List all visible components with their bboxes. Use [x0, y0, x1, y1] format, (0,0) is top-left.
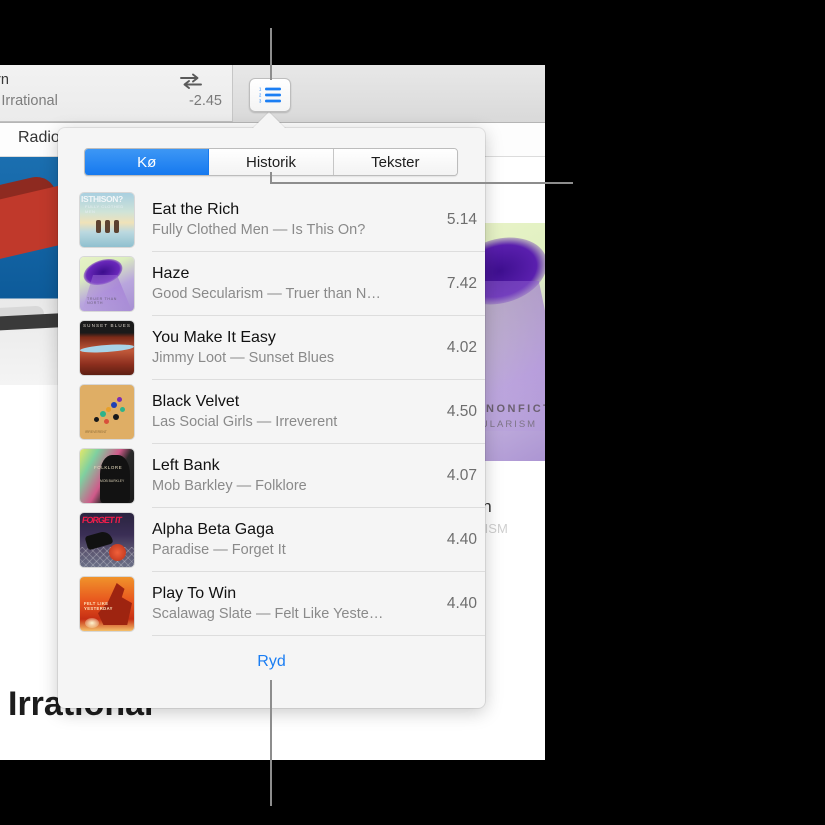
now-playing-display[interactable]: rn ing Irrational -2.45 [0, 65, 233, 122]
popover-arrow [252, 112, 286, 129]
album-art-subtext: FULLY CLOTHED MEN [85, 204, 134, 214]
track-subtitle: Las Social Girls — Irreverent [152, 413, 437, 432]
track-info: Left Bank Mob Barkley — Folklore 4.07 [152, 444, 485, 508]
track-title: Black Velvet [152, 392, 437, 412]
figure-shape [105, 220, 110, 233]
track-subtitle: Scalawag Slate — Felt Like Yeste… [152, 605, 437, 624]
dot-shape [113, 414, 119, 420]
queue-popover: Kø Historik Tekster ISTHISON? FULLY CLOT… [58, 128, 485, 708]
track-row[interactable]: FORGET IT Alpha Beta Gaga Paradise — For… [58, 508, 485, 572]
track-title: Haze [152, 264, 437, 284]
dot-shape [104, 419, 109, 424]
album-art-thumbnail: SUNSET BLUES [80, 321, 134, 375]
tab-queue[interactable]: Kø [85, 149, 209, 175]
track-title: Left Bank [152, 456, 437, 476]
track-subtitle: Good Secularism — Truer than N… [152, 285, 437, 304]
track-info: Black Velvet Las Social Girls — Irrevere… [152, 380, 485, 444]
dot-shape [111, 402, 117, 408]
right-art-text-primary: NONFICT [486, 403, 545, 415]
track-row[interactable]: FELT LIKE YESTERDAY Play To Win Scalawag… [58, 572, 485, 636]
ball-shape [109, 544, 126, 561]
tab-lyrics[interactable]: Tekster [334, 149, 457, 175]
fence-pattern [80, 547, 134, 567]
callout-line-tabs-horizontal [270, 182, 573, 184]
track-row[interactable]: ISTHISON? FULLY CLOTHED MEN Eat the Rich… [58, 188, 485, 252]
nav-item-radio[interactable]: Radio [18, 129, 60, 147]
track-duration: 7.42 [447, 275, 477, 293]
album-art-text: SUNSET BLUES [83, 323, 131, 328]
album-art-text: TRUER THAN NORTH [87, 297, 134, 305]
now-playing-title: rn [0, 72, 9, 88]
track-info: Eat the Rich Fully Clothed Men — Is This… [152, 188, 485, 252]
now-playing-subtitle: ing Irrational [0, 93, 58, 109]
svg-text:3: 3 [259, 99, 262, 104]
track-duration: 4.02 [447, 339, 477, 357]
track-title: You Make It Easy [152, 328, 437, 348]
track-info: You Make It Easy Jimmy Loot — Sunset Blu… [152, 316, 485, 380]
svg-text:1: 1 [259, 87, 262, 92]
dot-shape [117, 397, 122, 402]
track-title: Eat the Rich [152, 200, 437, 220]
svg-text:2: 2 [259, 93, 262, 98]
river-shape [80, 343, 134, 354]
album-art-thumbnail: TRUER THAN NORTH [80, 257, 134, 311]
track-subtitle: Fully Clothed Men — Is This On? [152, 221, 437, 240]
album-art-thumbnail: FOLKLORE MOB BARKLEY [80, 449, 134, 503]
track-duration: 4.40 [447, 595, 477, 613]
remaining-time: -2.45 [189, 93, 222, 109]
sun-shape [85, 618, 99, 628]
queue-button[interactable]: 1 2 3 [249, 78, 291, 112]
album-art-text: IRREVERENT [85, 430, 107, 434]
album-art-thumbnail: IRREVERENT [80, 385, 134, 439]
figure-shape [96, 220, 101, 233]
screenshot-stage: rn ing Irrational -2.45 Søg Radio S [0, 0, 825, 825]
album-art-subtext: MOB BARKLEY [100, 479, 124, 483]
callout-line-clear-button [270, 680, 272, 806]
dot-shape [94, 417, 99, 422]
track-row[interactable]: IRREVERENT Black Velvet Las Social Girls… [58, 380, 485, 444]
track-info: Play To Win Scalawag Slate — Felt Like Y… [152, 572, 485, 636]
track-info: Haze Good Secularism — Truer than N… 7.4… [152, 252, 485, 316]
album-art-text: FOLKLORE [94, 465, 122, 470]
queue-list-icon: 1 2 3 [259, 86, 281, 104]
album-art-thumbnail: FORGET IT [80, 513, 134, 567]
track-title: Play To Win [152, 584, 437, 604]
queue-track-list[interactable]: ISTHISON? FULLY CLOTHED MEN Eat the Rich… [58, 188, 485, 643]
track-row[interactable]: SUNSET BLUES You Make It Easy Jimmy Loot… [58, 316, 485, 380]
album-art-text: ISTHISON? [81, 194, 123, 204]
track-subtitle: Mob Barkley — Folklore [152, 477, 437, 496]
repeat-icon[interactable] [178, 72, 204, 90]
track-duration: 5.14 [447, 211, 477, 229]
track-row[interactable]: FOLKLORE MOB BARKLEY Left Bank Mob Barkl… [58, 444, 485, 508]
track-duration: 4.07 [447, 467, 477, 485]
dot-shape [106, 407, 111, 412]
track-title: Alpha Beta Gaga [152, 520, 437, 540]
track-duration: 4.50 [447, 403, 477, 421]
dot-shape [100, 411, 106, 417]
album-art-thumbnail: FELT LIKE YESTERDAY [80, 577, 134, 631]
dot-shape [120, 407, 125, 412]
album-art-text: FELT LIKE YESTERDAY [84, 601, 134, 611]
track-subtitle: Paradise — Forget It [152, 541, 437, 560]
clear-queue-button[interactable]: Ryd [58, 653, 485, 671]
album-art-text: FORGET IT [81, 515, 121, 525]
track-row[interactable]: TRUER THAN NORTH Haze Good Secularism — … [58, 252, 485, 316]
album-art-thumbnail: ISTHISON? FULLY CLOTHED MEN [80, 193, 134, 247]
track-info: Alpha Beta Gaga Paradise — Forget It 4.4… [152, 508, 485, 572]
figure-shape [114, 220, 119, 233]
callout-line-queue-button [270, 28, 272, 80]
track-duration: 4.40 [447, 531, 477, 549]
track-subtitle: Jimmy Loot — Sunset Blues [152, 349, 437, 368]
